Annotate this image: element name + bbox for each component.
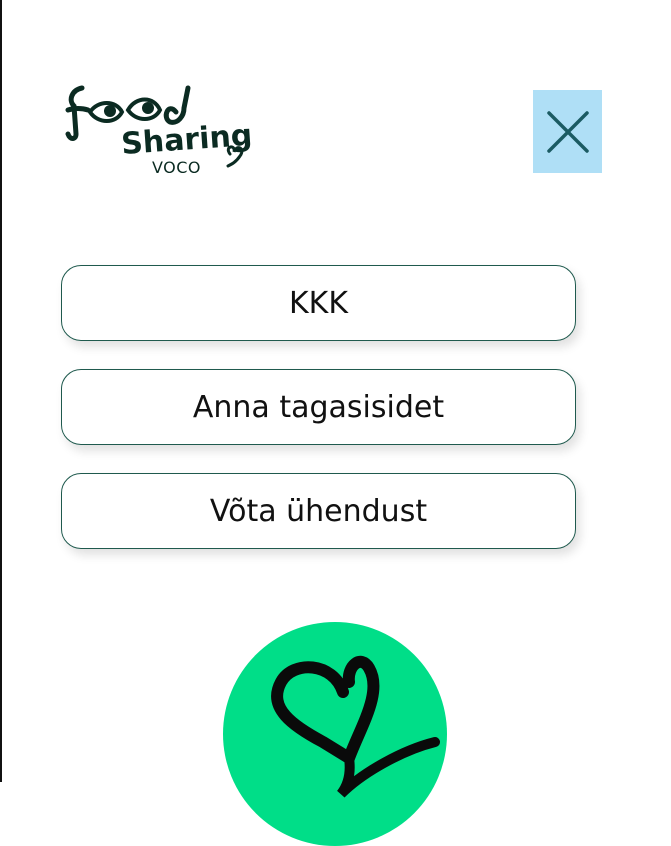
svg-text:Sharing: Sharing [120,118,253,162]
heart-icon [271,656,440,798]
menu-item-kkk[interactable]: KKK [61,265,576,341]
page-left-border [0,0,2,782]
food-sharing-logo[interactable]: Sharing VOCO [64,84,258,180]
heart-badge [223,622,447,846]
menu-item-feedback[interactable]: Anna tagasisidet [61,369,576,445]
menu-item-contact[interactable]: Võta ühendust [61,473,576,549]
close-icon [546,110,589,153]
menu-list: KKK Anna tagasisidet Võta ühendust [61,265,576,577]
logo-subtitle: VOCO [152,158,202,177]
close-menu-button[interactable] [533,90,602,173]
